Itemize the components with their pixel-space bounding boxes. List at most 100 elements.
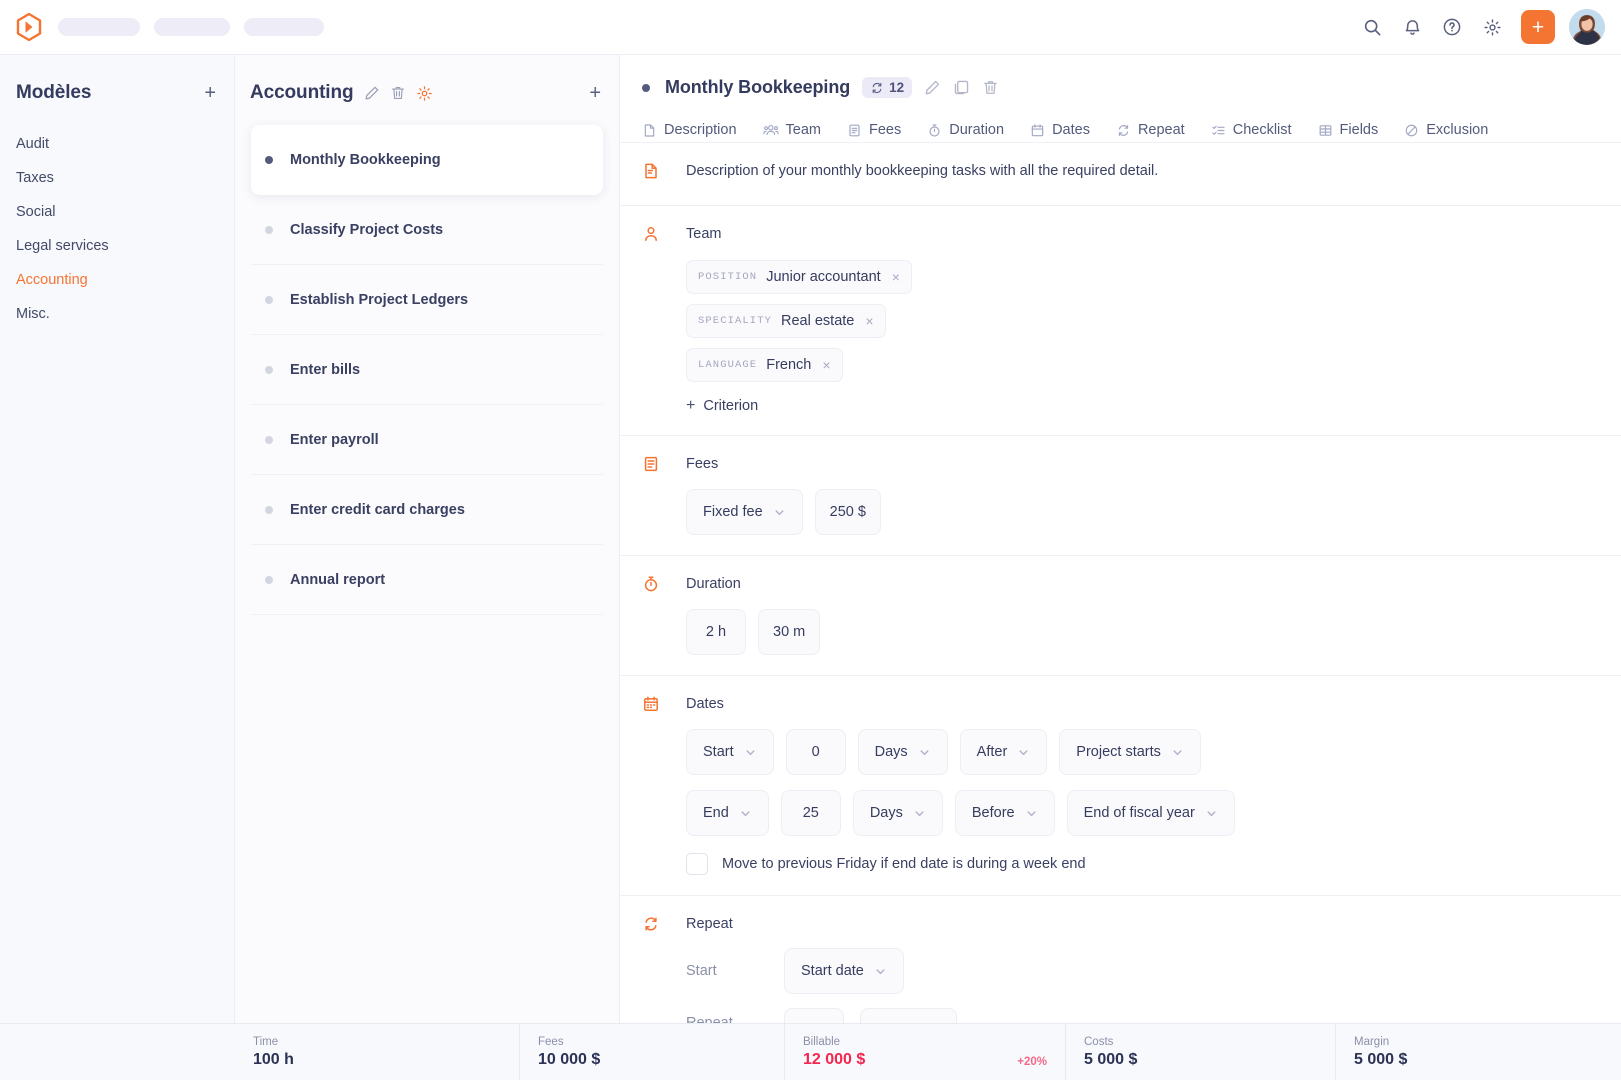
- start-reference-select[interactable]: Project starts: [1059, 729, 1201, 775]
- summary-value: 5 000 $: [1084, 1050, 1138, 1068]
- tab-label: Description: [664, 122, 737, 138]
- tab-checklist[interactable]: Checklist: [1211, 118, 1292, 142]
- ban-icon: [1404, 123, 1419, 138]
- dates-title: Dates: [686, 696, 724, 712]
- sidebar-item-taxes[interactable]: Taxes: [0, 161, 234, 195]
- criterion-key: LANGUAGE: [698, 359, 758, 371]
- start-offset-input[interactable]: 0: [785, 729, 846, 775]
- repeat-unit-select[interactable]: Month: [860, 1008, 958, 1023]
- nav-pill-3[interactable]: [244, 18, 324, 36]
- duration-fields: 2 h 30 m: [686, 609, 1599, 655]
- copy-icon[interactable]: [953, 79, 970, 96]
- end-offset-value: 25: [802, 805, 819, 821]
- fee-amount-input[interactable]: 250 $: [814, 489, 881, 535]
- summary-fees: Fees 10 000 $: [520, 1024, 785, 1080]
- criterion-language[interactable]: LANGUAGE French ×: [686, 348, 843, 382]
- add-criterion-button[interactable]: + Criterion: [686, 397, 758, 415]
- summary-label: Costs: [1084, 1035, 1114, 1048]
- summary-time: Time 100 h: [235, 1024, 520, 1080]
- weekend-rule-checkbox[interactable]: [686, 853, 708, 875]
- sidebar-item-audit[interactable]: Audit: [0, 127, 234, 161]
- sidebar-item-misc[interactable]: Misc.: [0, 297, 234, 331]
- criterion-position[interactable]: POSITION Junior accountant ×: [686, 260, 912, 294]
- weekend-rule-row: Move to previous Friday if end date is d…: [686, 853, 1599, 875]
- end-offset-input[interactable]: 25: [780, 790, 841, 836]
- logo-icon[interactable]: [14, 12, 44, 42]
- sidebar-item-legal-services[interactable]: Legal services: [0, 229, 234, 263]
- nav-pill-1[interactable]: [58, 18, 140, 36]
- repeat-every-input[interactable]: 1: [784, 1008, 844, 1023]
- gear-icon[interactable]: [1475, 10, 1509, 44]
- help-icon[interactable]: [1435, 10, 1469, 44]
- task-item-classify-project-costs[interactable]: Classify Project Costs: [251, 195, 603, 265]
- close-icon[interactable]: ×: [865, 313, 873, 329]
- tab-label: Team: [785, 122, 821, 138]
- avatar[interactable]: [1569, 9, 1605, 45]
- task-item-enter-credit-card-charges[interactable]: Enter credit card charges: [251, 475, 603, 545]
- document-icon: [642, 123, 657, 138]
- tab-dates[interactable]: Dates: [1030, 118, 1090, 142]
- criterion-value: French: [766, 357, 812, 373]
- task-item-annual-report[interactable]: Annual report: [251, 545, 603, 615]
- task-item-establish-project-ledgers[interactable]: Establish Project Ledgers: [251, 265, 603, 335]
- start-anchor-select[interactable]: Start: [686, 729, 774, 775]
- task-list-column: Accounting + Monthly Bookkeeping Classif…: [235, 55, 620, 1023]
- plus-icon: +: [686, 397, 696, 414]
- task-item-monthly-bookkeeping[interactable]: Monthly Bookkeeping: [251, 125, 603, 195]
- bell-icon[interactable]: [1395, 10, 1429, 44]
- receipt-icon: [642, 454, 664, 535]
- summary-delta: +20%: [1017, 1056, 1047, 1068]
- pencil-icon[interactable]: [364, 85, 380, 101]
- tab-description[interactable]: Description: [642, 118, 737, 142]
- search-icon[interactable]: [1355, 10, 1389, 44]
- sidebar-add-button[interactable]: +: [204, 83, 216, 103]
- start-unit-select[interactable]: Days: [857, 729, 948, 775]
- tab-fees[interactable]: Fees: [847, 118, 901, 142]
- start-relation-select[interactable]: After: [959, 729, 1048, 775]
- sidebar-item-social[interactable]: Social: [0, 195, 234, 229]
- section-description: Description of your monthly bookkeeping …: [620, 142, 1621, 205]
- app-root: + Modèles + Audit Taxes Social Legal ser…: [0, 0, 1621, 1080]
- tab-repeat[interactable]: Repeat: [1116, 118, 1185, 142]
- criterion-speciality[interactable]: SPECIALITY Real estate ×: [686, 304, 886, 338]
- gear-icon[interactable]: [416, 85, 433, 102]
- fee-type-select[interactable]: Fixed fee: [686, 489, 803, 535]
- end-unit-value: Days: [869, 805, 903, 821]
- end-relation-select[interactable]: Before: [954, 790, 1055, 836]
- close-icon[interactable]: ×: [822, 357, 830, 373]
- summary-value: 10 000 $: [538, 1050, 601, 1068]
- close-icon[interactable]: ×: [892, 269, 900, 285]
- tab-exclusion[interactable]: Exclusion: [1404, 118, 1488, 142]
- task-label: Enter credit card charges: [290, 501, 465, 518]
- repeat-start-select[interactable]: Start date: [784, 948, 904, 994]
- summary-value: 12 000 $: [803, 1050, 866, 1068]
- duration-hours-input[interactable]: 2 h: [686, 609, 746, 655]
- sidebar: Modèles + Audit Taxes Social Legal servi…: [0, 55, 235, 1023]
- repeat-count-badge[interactable]: 12: [862, 77, 913, 98]
- end-anchor-select[interactable]: End: [686, 790, 769, 836]
- status-dot: [265, 225, 273, 234]
- pencil-icon[interactable]: [924, 79, 941, 96]
- add-button[interactable]: +: [1521, 10, 1555, 44]
- tab-label: Exclusion: [1426, 122, 1489, 138]
- tab-fields[interactable]: Fields: [1318, 118, 1378, 142]
- sidebar-item-accounting[interactable]: Accounting: [0, 263, 234, 297]
- task-list-title: Accounting: [250, 82, 354, 103]
- chevron-down-icon: [773, 506, 786, 519]
- trash-icon[interactable]: [982, 79, 999, 96]
- duration-minutes-value: 30 m: [773, 624, 806, 640]
- task-item-enter-bills[interactable]: Enter bills: [251, 335, 603, 405]
- duration-minutes-input[interactable]: 30 m: [758, 609, 821, 655]
- nav-pill-2[interactable]: [154, 18, 230, 36]
- status-dot: [265, 155, 273, 164]
- tab-team[interactable]: Team: [762, 118, 821, 142]
- detail-title-row: Monthly Bookkeeping 12: [642, 77, 1599, 98]
- end-unit-select[interactable]: Days: [852, 790, 943, 836]
- task-item-enter-payroll[interactable]: Enter payroll: [251, 405, 603, 475]
- trash-icon[interactable]: [390, 85, 406, 101]
- chevron-down-icon: [1025, 807, 1038, 820]
- task-add-button[interactable]: +: [589, 83, 601, 103]
- end-reference-select[interactable]: End of fiscal year: [1066, 790, 1235, 836]
- tab-duration[interactable]: Duration: [927, 118, 1004, 142]
- status-dot: [642, 83, 650, 92]
